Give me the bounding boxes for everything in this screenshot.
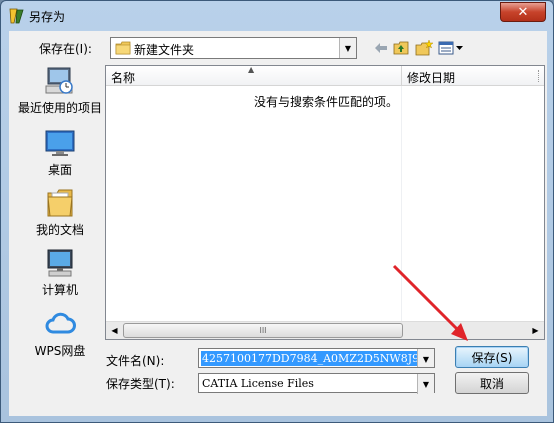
column-divider[interactable] [401, 66, 402, 86]
documents-folder-icon [47, 189, 73, 217]
window-title: 另存为 [29, 10, 66, 24]
file-type-dropdown[interactable]: CATIA License Files ▼ [198, 373, 435, 394]
close-button[interactable]: ✕ [500, 2, 546, 22]
scroll-thumb[interactable]: III [123, 323, 403, 338]
view-menu-icon[interactable] [437, 39, 465, 57]
new-folder-icon[interactable] [414, 39, 434, 57]
save-in-dropdown[interactable]: 新建文件夹 ▼ [110, 37, 357, 59]
file-type-value: CATIA License Files [202, 377, 314, 390]
places-bar: 最近使用的项目 桌面 我的文档 计算机 WPS网盘 [15, 65, 105, 358]
file-name-input[interactable]: 4257100177DD7984_A0MZ2D5NW8J96U5.lic ▼ [198, 348, 435, 368]
file-type-label: 保存类型(T): [106, 377, 175, 391]
title-bar[interactable]: 另存为 ✕ [1, 1, 553, 31]
column-header-name[interactable]: 名称 [111, 69, 135, 86]
place-wps-cloud[interactable]: WPS网盘 [15, 308, 105, 359]
place-label: WPS网盘 [34, 344, 86, 358]
column-guide [401, 86, 402, 321]
column-header-modified-date[interactable]: 修改日期 [407, 69, 455, 86]
column-divider[interactable] [538, 70, 540, 82]
chevron-down-icon[interactable]: ▼ [417, 349, 434, 367]
file-name-label: 文件名(N): [106, 354, 165, 368]
dialog-body: 保存在(I): 新建文件夹 ▼ 最近使用的项目 桌面 我的文档 计算机 WPS网… [9, 31, 547, 416]
desktop-icon [45, 130, 75, 156]
cloud-icon [45, 312, 76, 334]
sort-up-icon: ▲ [248, 65, 255, 74]
folder-icon [115, 41, 131, 55]
horizontal-scrollbar[interactable]: ◀ III ▶ [106, 321, 544, 339]
save-button[interactable]: 保存(S) [455, 346, 529, 368]
place-desktop[interactable]: 桌面 [15, 127, 105, 178]
place-recent[interactable]: 最近使用的项目 [15, 65, 105, 116]
cancel-button[interactable]: 取消 [455, 372, 529, 394]
place-label: 我的文档 [35, 223, 84, 237]
back-arrow-icon[interactable] [372, 39, 390, 57]
save-in-value: 新建文件夹 [134, 43, 195, 57]
empty-list-message: 没有与搜索条件匹配的项。 [254, 95, 399, 109]
place-documents[interactable]: 我的文档 [15, 187, 105, 238]
place-label: 最近使用的项目 [17, 101, 102, 115]
up-folder-icon[interactable] [392, 39, 410, 57]
scroll-left-icon[interactable]: ◀ [106, 322, 123, 339]
chevron-down-icon[interactable]: ▼ [339, 38, 356, 58]
recent-items-icon [45, 67, 73, 94]
app-icon [9, 8, 24, 24]
file-list[interactable]: 名称 ▲ 修改日期 没有与搜索条件匹配的项。 ◀ III ▶ [105, 65, 545, 340]
place-computer[interactable]: 计算机 [15, 247, 105, 298]
computer-icon [47, 249, 73, 277]
place-label: 桌面 [47, 163, 72, 177]
chevron-down-icon[interactable]: ▼ [417, 374, 434, 394]
place-label: 计算机 [41, 283, 78, 297]
scroll-right-icon[interactable]: ▶ [527, 322, 544, 339]
list-header: 名称 ▲ 修改日期 [106, 65, 544, 86]
save-as-dialog: 另存为 ✕ 保存在(I): 新建文件夹 ▼ 最近使用的项目 桌面 我的文档 计算… [0, 0, 554, 423]
save-in-label: 保存在(I): [39, 42, 92, 56]
file-name-value: 4257100177DD7984_A0MZ2D5NW8J96U5.lic [201, 351, 434, 366]
